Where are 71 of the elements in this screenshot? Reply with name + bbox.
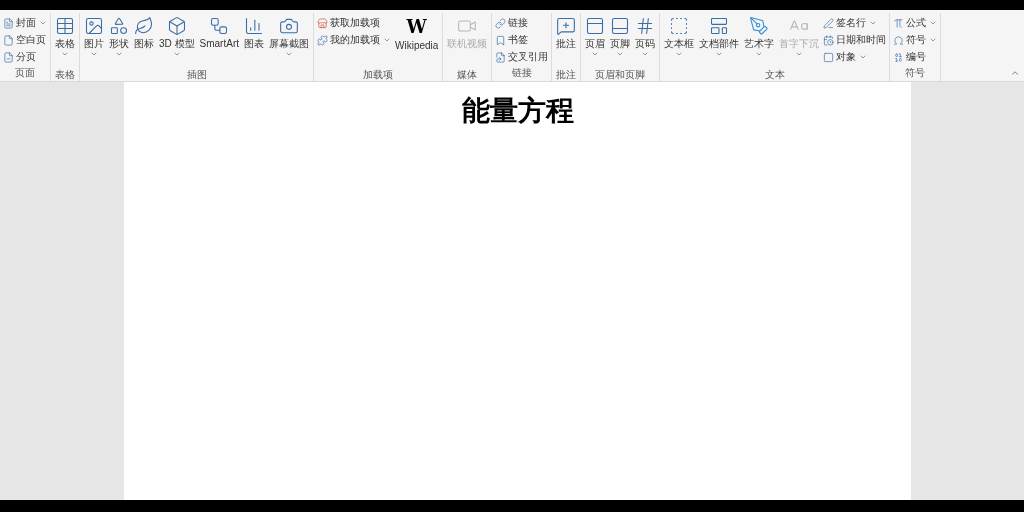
comment-icon [556, 16, 577, 36]
ribbon-button[interactable]: 空白页 [2, 32, 48, 48]
omega-icon [893, 34, 905, 46]
ribbon-button[interactable]: 页眉 [583, 13, 608, 69]
collapse-ribbon-icon[interactable] [1010, 68, 1020, 78]
ribbon-button[interactable]: 文本框 [662, 13, 697, 69]
number-icon [893, 51, 905, 63]
ribbon-button[interactable]: SmartArt [197, 13, 241, 69]
ribbon-button[interactable]: 交叉引用 [494, 49, 550, 65]
ribbon-button[interactable]: 我的加载项 [316, 32, 392, 48]
ribbon-button[interactable]: 编号 [892, 49, 939, 65]
ribbon-button[interactable]: 页码 [633, 13, 658, 69]
ribbon-button[interactable]: 文档部件 [697, 13, 742, 69]
document-title: 能量方程 [461, 94, 574, 128]
group-label: 批注 [555, 69, 578, 82]
ribbon-button[interactable]: 获取加载项 [316, 15, 392, 31]
ribbon-button[interactable]: 分页 [2, 49, 48, 65]
puzzle-icon [317, 34, 328, 46]
shapes-icon [109, 16, 129, 36]
ribbon-button[interactable]: 符号 [892, 32, 939, 48]
ribbon-button[interactable]: 链接 [494, 15, 550, 31]
pi-icon [893, 17, 905, 29]
wikipedia-logo: W [406, 16, 427, 38]
leaf-icon [134, 16, 154, 36]
camera-icon [279, 16, 299, 36]
table-icon [55, 16, 75, 36]
ribbon-button[interactable]: 批注 [554, 13, 579, 69]
ribbon-button[interactable]: 屏幕截图 [267, 13, 311, 69]
ribbon-button[interactable]: 签名行 [822, 15, 888, 31]
cross-reference-icon [495, 51, 507, 63]
diagram-icon [209, 16, 230, 36]
group-label: 加载项 [362, 69, 395, 82]
ribbon-button[interactable]: 封面 [2, 15, 48, 31]
ribbon-button[interactable]: 公式 [892, 15, 939, 31]
group-label: 页眉和页脚 [594, 69, 647, 82]
group-label: 页面 [14, 67, 36, 80]
pen-icon [749, 16, 770, 36]
store-icon [317, 17, 328, 29]
signature-icon [823, 17, 835, 29]
ribbon-button[interactable]: 书签 [494, 32, 550, 48]
object-icon [823, 51, 835, 63]
ribbon-button[interactable]: 表格 [53, 13, 77, 69]
ribbon-button[interactable]: W Wikipedia [393, 13, 441, 69]
group-label: 文本 [763, 69, 786, 82]
document-parts-icon [709, 16, 730, 36]
picture-icon [84, 16, 104, 36]
ribbon-button[interactable]: 页脚 [608, 13, 633, 69]
blank-page-icon [3, 34, 14, 46]
footer-icon [610, 16, 631, 36]
ribbon-button[interactable]: 日期和时间 [822, 32, 888, 48]
header-icon [585, 16, 606, 36]
ribbon-button[interactable]: 艺术字 [742, 13, 777, 69]
page-break-icon [3, 51, 14, 63]
cover-page-icon [3, 17, 14, 29]
group-label: 插图 [185, 69, 208, 82]
calendar-icon [823, 34, 835, 46]
group-label: 表格 [54, 69, 76, 82]
ribbon-button[interactable]: 图标 [132, 13, 156, 69]
ribbon-button[interactable]: 形状 [107, 13, 131, 69]
group-label: 链接 [510, 67, 533, 80]
ribbon-button[interactable]: 图片 [82, 13, 106, 69]
bar-chart-icon [244, 16, 264, 36]
group-label: 符号 [904, 67, 927, 80]
link-icon [495, 17, 507, 29]
ribbon-button[interactable]: 图表 [242, 13, 266, 69]
text-box-icon [669, 16, 690, 36]
cube-icon [166, 16, 187, 36]
group-label: 媒体 [456, 69, 479, 82]
bookmark-icon [495, 34, 507, 46]
ribbon-button[interactable]: 3D 模型 [157, 13, 197, 69]
ribbon-button[interactable]: 对象 [822, 49, 888, 65]
